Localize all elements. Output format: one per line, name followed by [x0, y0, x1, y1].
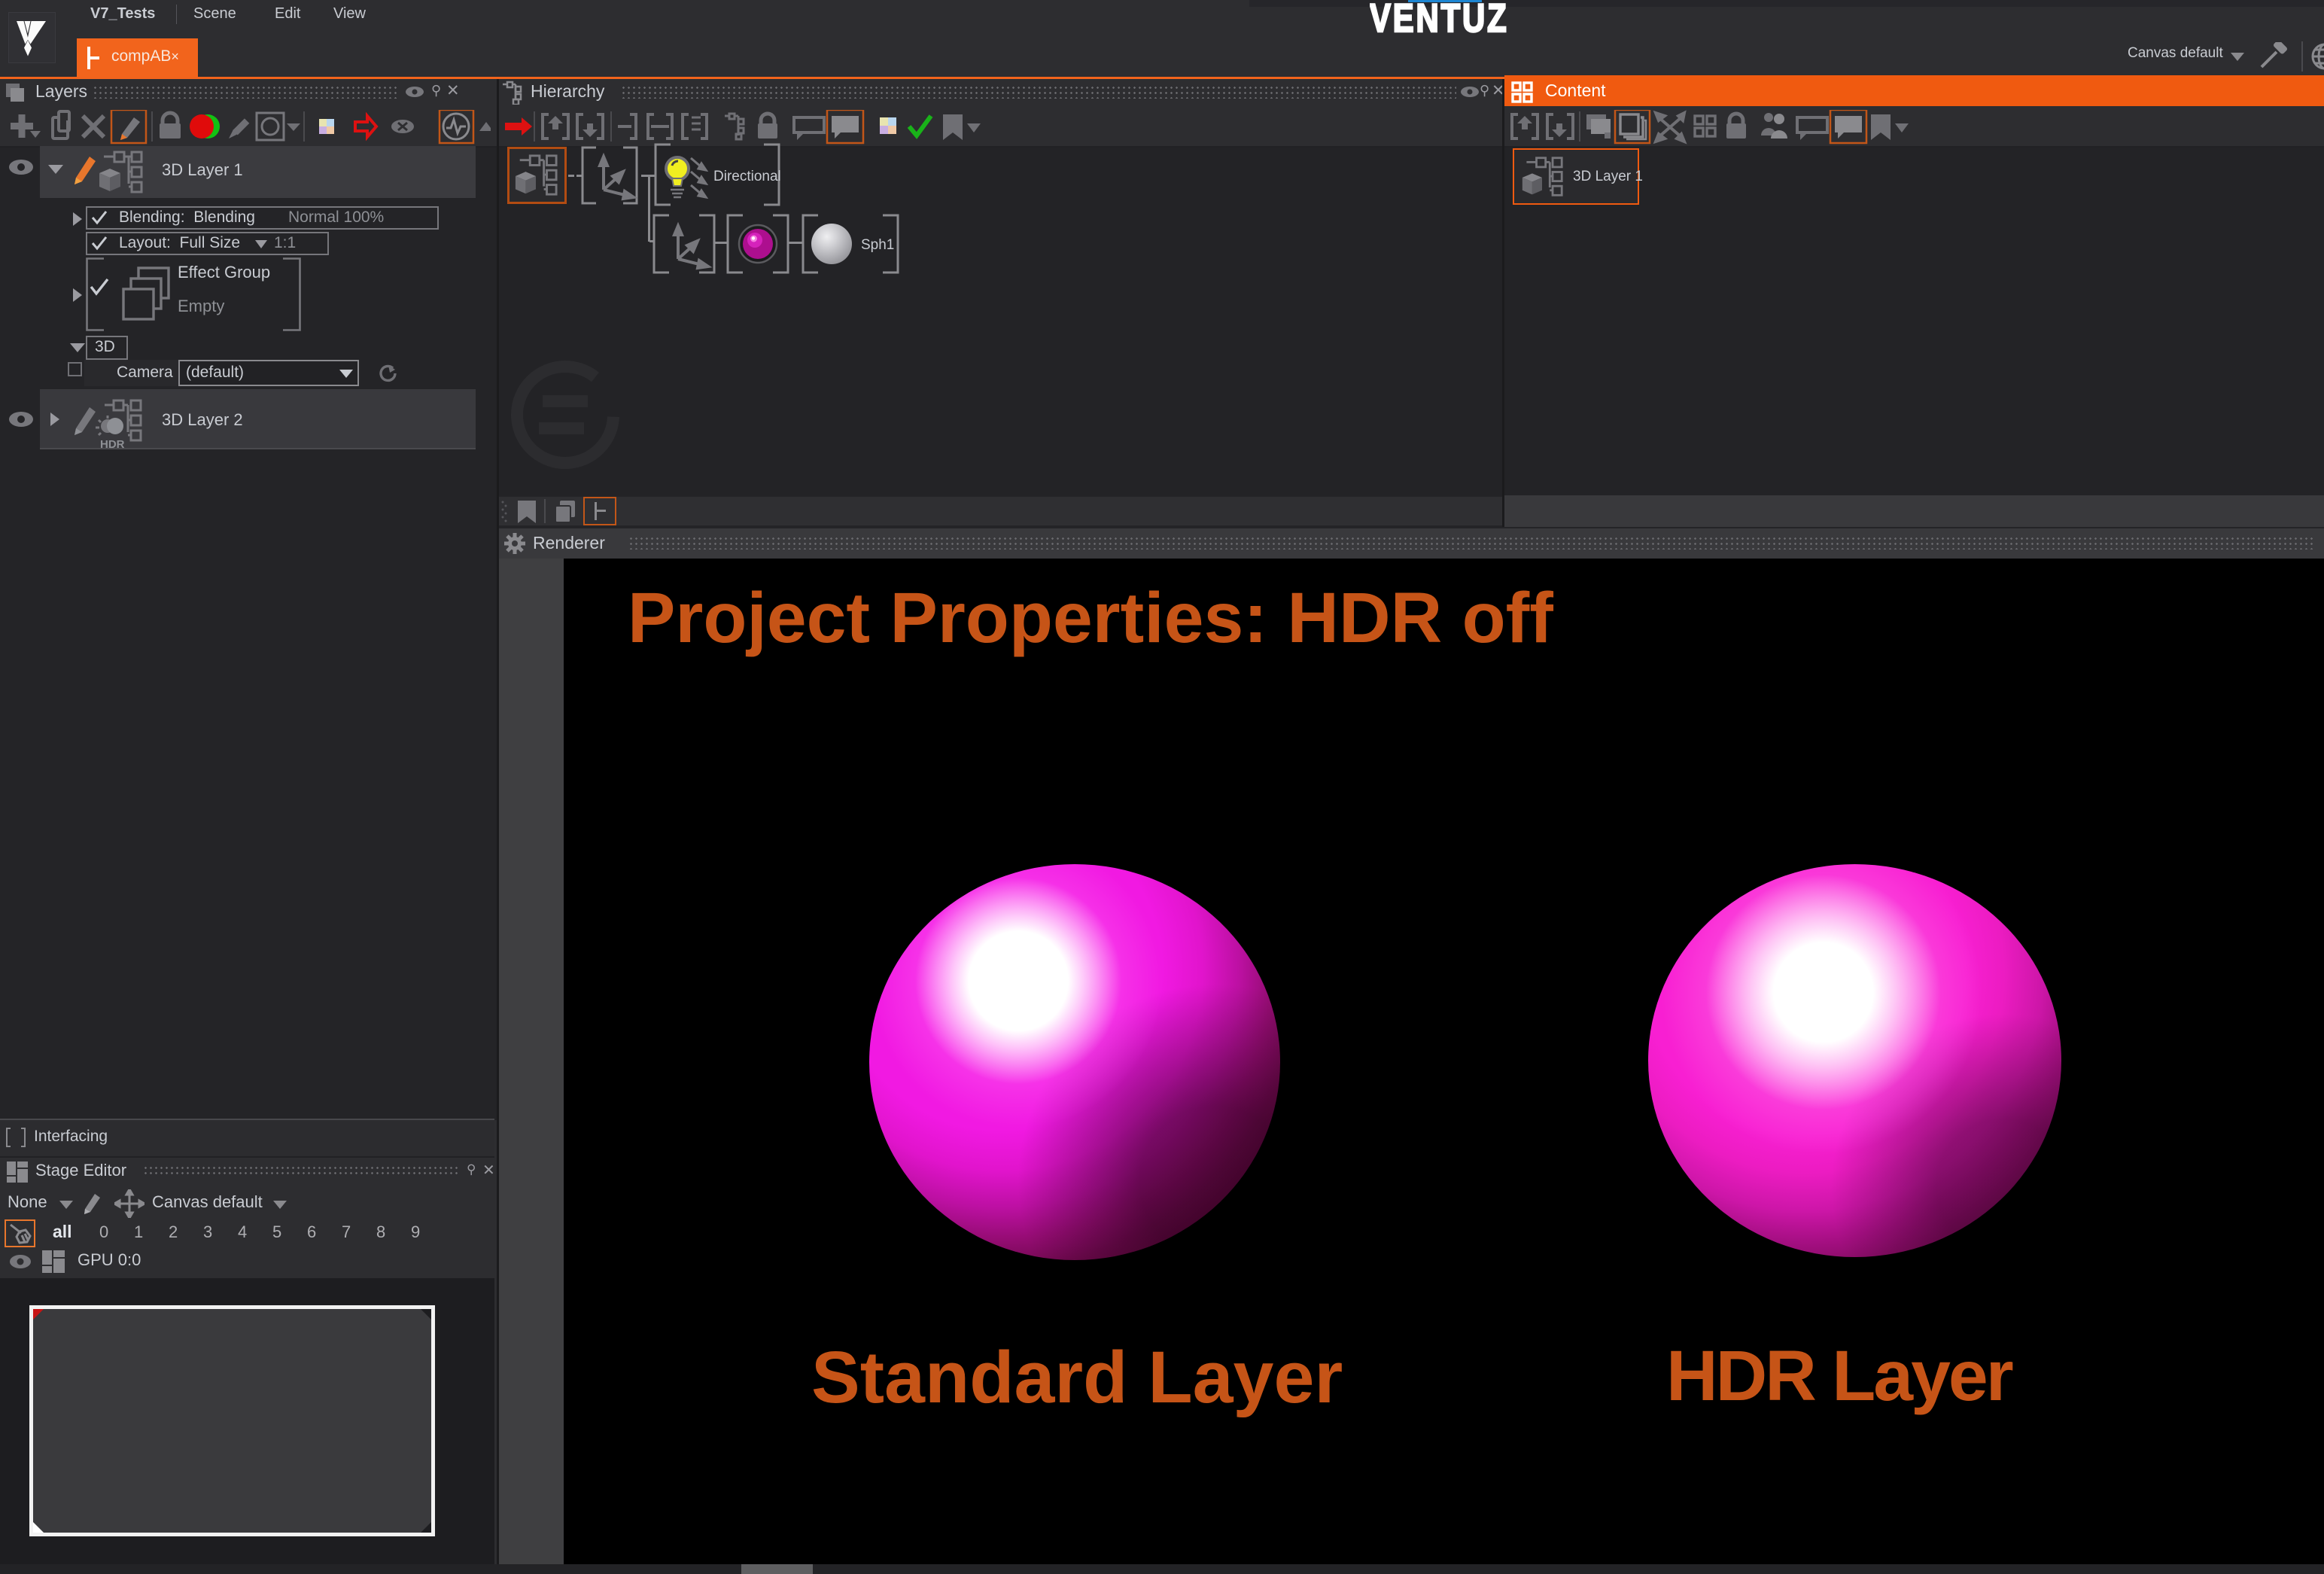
svg-text:HDR: HDR [100, 438, 125, 449]
svg-text:VENTUZ: VENTUZ [1370, 0, 1507, 36]
